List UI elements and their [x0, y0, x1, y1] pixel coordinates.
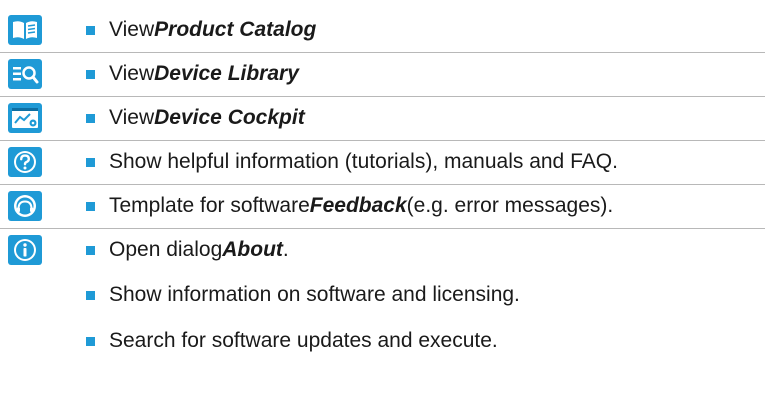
product-catalog-button[interactable] [8, 13, 48, 47]
row-product-catalog: View Product Catalog [0, 8, 765, 53]
row-device-cockpit: View Device Cockpit [0, 96, 765, 141]
prefix: View [109, 106, 155, 129]
row-text: Open dialog About . [86, 237, 765, 263]
prefix: Template for software [109, 194, 310, 217]
product-catalog-icon [8, 15, 42, 45]
device-cockpit-button[interactable] [8, 101, 48, 135]
row-text: Show helpful information (tutorials), ma… [86, 149, 765, 175]
feedback-icon [8, 191, 42, 221]
bullet [86, 69, 95, 79]
row-help: Show helpful information (tutorials), ma… [0, 140, 765, 185]
about-button[interactable] [8, 233, 48, 267]
bullet [86, 113, 95, 123]
prefix: View [109, 18, 155, 41]
emphasis: Device Cockpit [154, 106, 305, 129]
row-text: View Product Catalog [86, 17, 765, 43]
bullet [86, 201, 95, 211]
about-subitem: Search for software updates and execute. [86, 328, 765, 354]
suffix: (e.g. error messages). [406, 194, 614, 217]
subitem-text: Search for software updates and execute. [109, 329, 498, 352]
emphasis: Product Catalog [154, 18, 317, 41]
emphasis: Feedback [309, 194, 407, 217]
row-feedback: Template for software Feedback (e.g. err… [0, 184, 765, 229]
device-library-icon [8, 59, 42, 89]
row-text: Template for software Feedback (e.g. err… [86, 193, 765, 219]
prefix: View [109, 62, 155, 85]
bullet [86, 157, 95, 167]
help-button[interactable] [8, 145, 48, 179]
row-device-library: View Device Library [0, 52, 765, 97]
emphasis: Device Library [154, 62, 299, 85]
bullet [86, 245, 95, 255]
row-text: View Device Library [86, 61, 765, 87]
feedback-button[interactable] [8, 189, 48, 223]
device-library-button[interactable] [8, 57, 48, 91]
suffix: . [282, 238, 289, 261]
subitem-text: Show information on software and licensi… [109, 283, 520, 306]
bullet [86, 290, 95, 300]
bullet [86, 25, 95, 35]
device-cockpit-icon [8, 103, 42, 133]
bullet [86, 336, 95, 346]
about-subitem: Show information on software and licensi… [86, 282, 765, 308]
prefix: Open dialog [109, 238, 223, 261]
row-text: View Device Cockpit [86, 105, 765, 131]
help-icon [8, 147, 42, 177]
emphasis: About [222, 238, 283, 261]
row-about: Open dialog About . Show information on … [0, 228, 765, 398]
prefix: Show helpful information (tutorials), ma… [109, 150, 618, 173]
info-icon [8, 235, 42, 265]
